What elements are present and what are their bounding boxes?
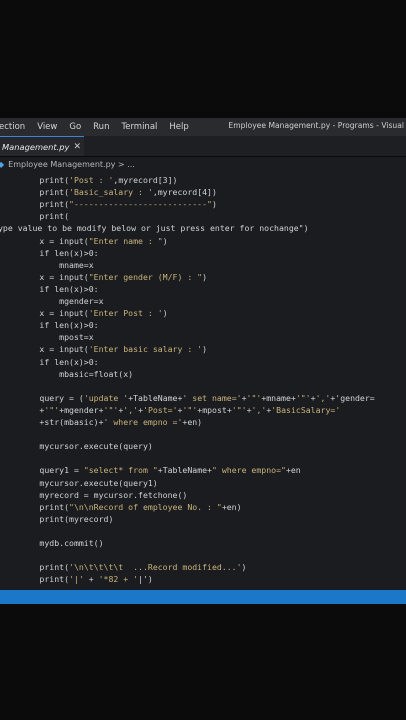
code-line: x = input('Enter basic salary : '): [0, 344, 208, 355]
code-line: mycursor.execute(query): [0, 441, 153, 452]
code-line: print("\n\nRecord of employee No. : "+en…: [0, 501, 242, 512]
code-line: query = ('update '+TableName+' set name=…: [0, 392, 375, 403]
code-line: mgender=x: [0, 296, 104, 306]
code-line: print('\n\t\t\t\t ...Record modified...'…: [0, 562, 247, 573]
code-line: mycursor.execute(query1): [0, 477, 158, 488]
menu-go[interactable]: Go: [69, 122, 81, 132]
video-bottom-area: [0, 604, 406, 720]
code-line: if len(x)>0:: [0, 320, 99, 331]
code-line: query1 = "select* from "+TableName+" whe…: [0, 465, 301, 476]
code-line: print("---------------------------"): [0, 199, 217, 210]
code-line: +str(mbasic)+' where empno ='+en): [0, 417, 203, 427]
tab-label: Management.py: [2, 141, 70, 152]
code-line: if len(x)>0:: [0, 283, 99, 294]
menu-help[interactable]: Help: [169, 122, 188, 132]
menu-view[interactable]: View: [37, 122, 57, 132]
code-line: print(myrecord): [0, 513, 114, 524]
code-line: +'"'+mgender+'"'+','+'Post='+'"'+mpost+'…: [0, 404, 341, 415]
python-file-icon: ◆: [0, 160, 5, 169]
menu-bar: ection View Go Run Terminal Help Employe…: [0, 118, 406, 136]
code-line: ype value to be modify below or just pre…: [0, 223, 309, 234]
tab-employee-management[interactable]: Management.py ✕: [0, 136, 84, 156]
code-line: print('Post : ',myrecord[3]): [0, 175, 178, 185]
video-top-area: [0, 0, 406, 112]
menu-selection[interactable]: ection: [0, 122, 25, 132]
menu-run[interactable]: Run: [93, 122, 109, 132]
breadcrumb-text: Employee Management.py > ...: [8, 160, 135, 169]
code-line: x = input("Enter name : "): [0, 235, 168, 246]
code-line: print(: [0, 211, 70, 222]
code-line: x = input('Enter Post : '): [0, 308, 168, 319]
code-line: mbasic=float(x): [0, 368, 134, 379]
editor-tab-bar: Management.py ✕: [0, 136, 406, 156]
code-line: if len(x)>0:: [0, 247, 99, 258]
code-editor[interactable]: print('Post : ',myrecord[3]) print('Basi…: [0, 172, 406, 590]
close-icon[interactable]: ✕: [73, 142, 81, 152]
code-line: myrecord = mycursor.fetchone(): [0, 489, 188, 500]
code-line: mname=x: [0, 259, 94, 270]
code-line: if len(x)>0:: [0, 356, 99, 367]
breadcrumb[interactable]: ◆ Employee Management.py > ...: [0, 157, 406, 172]
code-line: print('|' + '*82 + '|'): [0, 574, 153, 585]
menu-terminal[interactable]: Terminal: [121, 122, 157, 132]
code-line: mydb.commit(): [0, 538, 104, 548]
code-line: x = input("Enter gender (M/F) : "): [0, 271, 208, 282]
status-bar: [0, 590, 406, 604]
code-line: print('Basic_salary : ',myrecord[4]): [0, 187, 217, 198]
code-line: mpost=x: [0, 332, 94, 343]
window-title: Employee Management.py - Programs - Visu…: [228, 121, 404, 130]
